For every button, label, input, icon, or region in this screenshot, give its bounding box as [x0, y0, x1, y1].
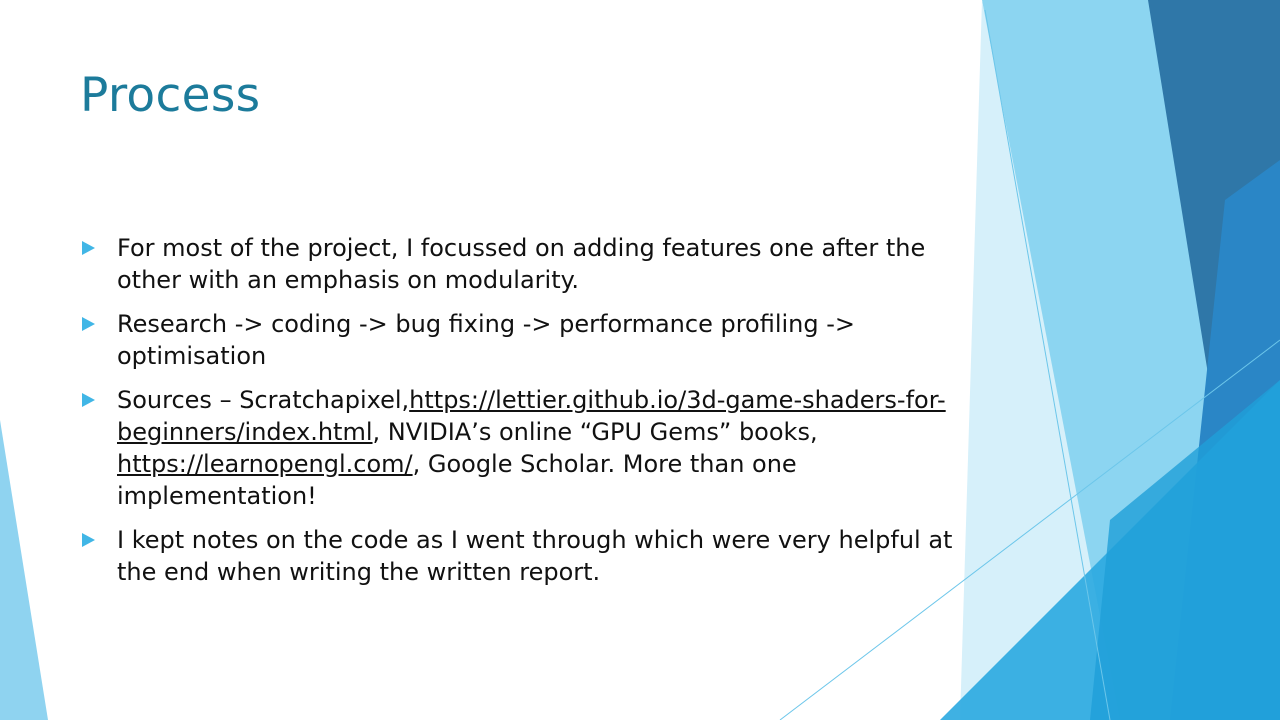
bullet-triangle-icon — [82, 533, 95, 547]
bullet-item: For most of the project, I focussed on a… — [80, 232, 980, 296]
bullet-text: Research -> coding -> bug fixing -> perf… — [117, 310, 856, 370]
bullet-text-prefix: Sources – Scratchapixel, — [117, 386, 410, 414]
bullet-triangle-icon — [82, 317, 95, 331]
bullet-item: Research -> coding -> bug fixing -> perf… — [80, 308, 980, 372]
bullet-item: Sources – Scratchapixel,https://lettier.… — [80, 384, 980, 512]
slide-title: Process — [80, 68, 261, 123]
bullet-text: For most of the project, I focussed on a… — [117, 234, 926, 294]
learnopengl-link[interactable]: https://learnopengl.com/ — [117, 450, 413, 478]
left-edge-shape — [0, 420, 48, 720]
bullet-triangle-icon — [82, 241, 95, 255]
bullet-item: I kept notes on the code as I went throu… — [80, 524, 980, 588]
bullet-triangle-icon — [82, 393, 95, 407]
bullet-text: I kept notes on the code as I went throu… — [117, 526, 953, 586]
bullet-text-middle: , NVIDIA’s online “GPU Gems” books, — [372, 418, 818, 446]
bullet-list: For most of the project, I focussed on a… — [80, 232, 980, 600]
